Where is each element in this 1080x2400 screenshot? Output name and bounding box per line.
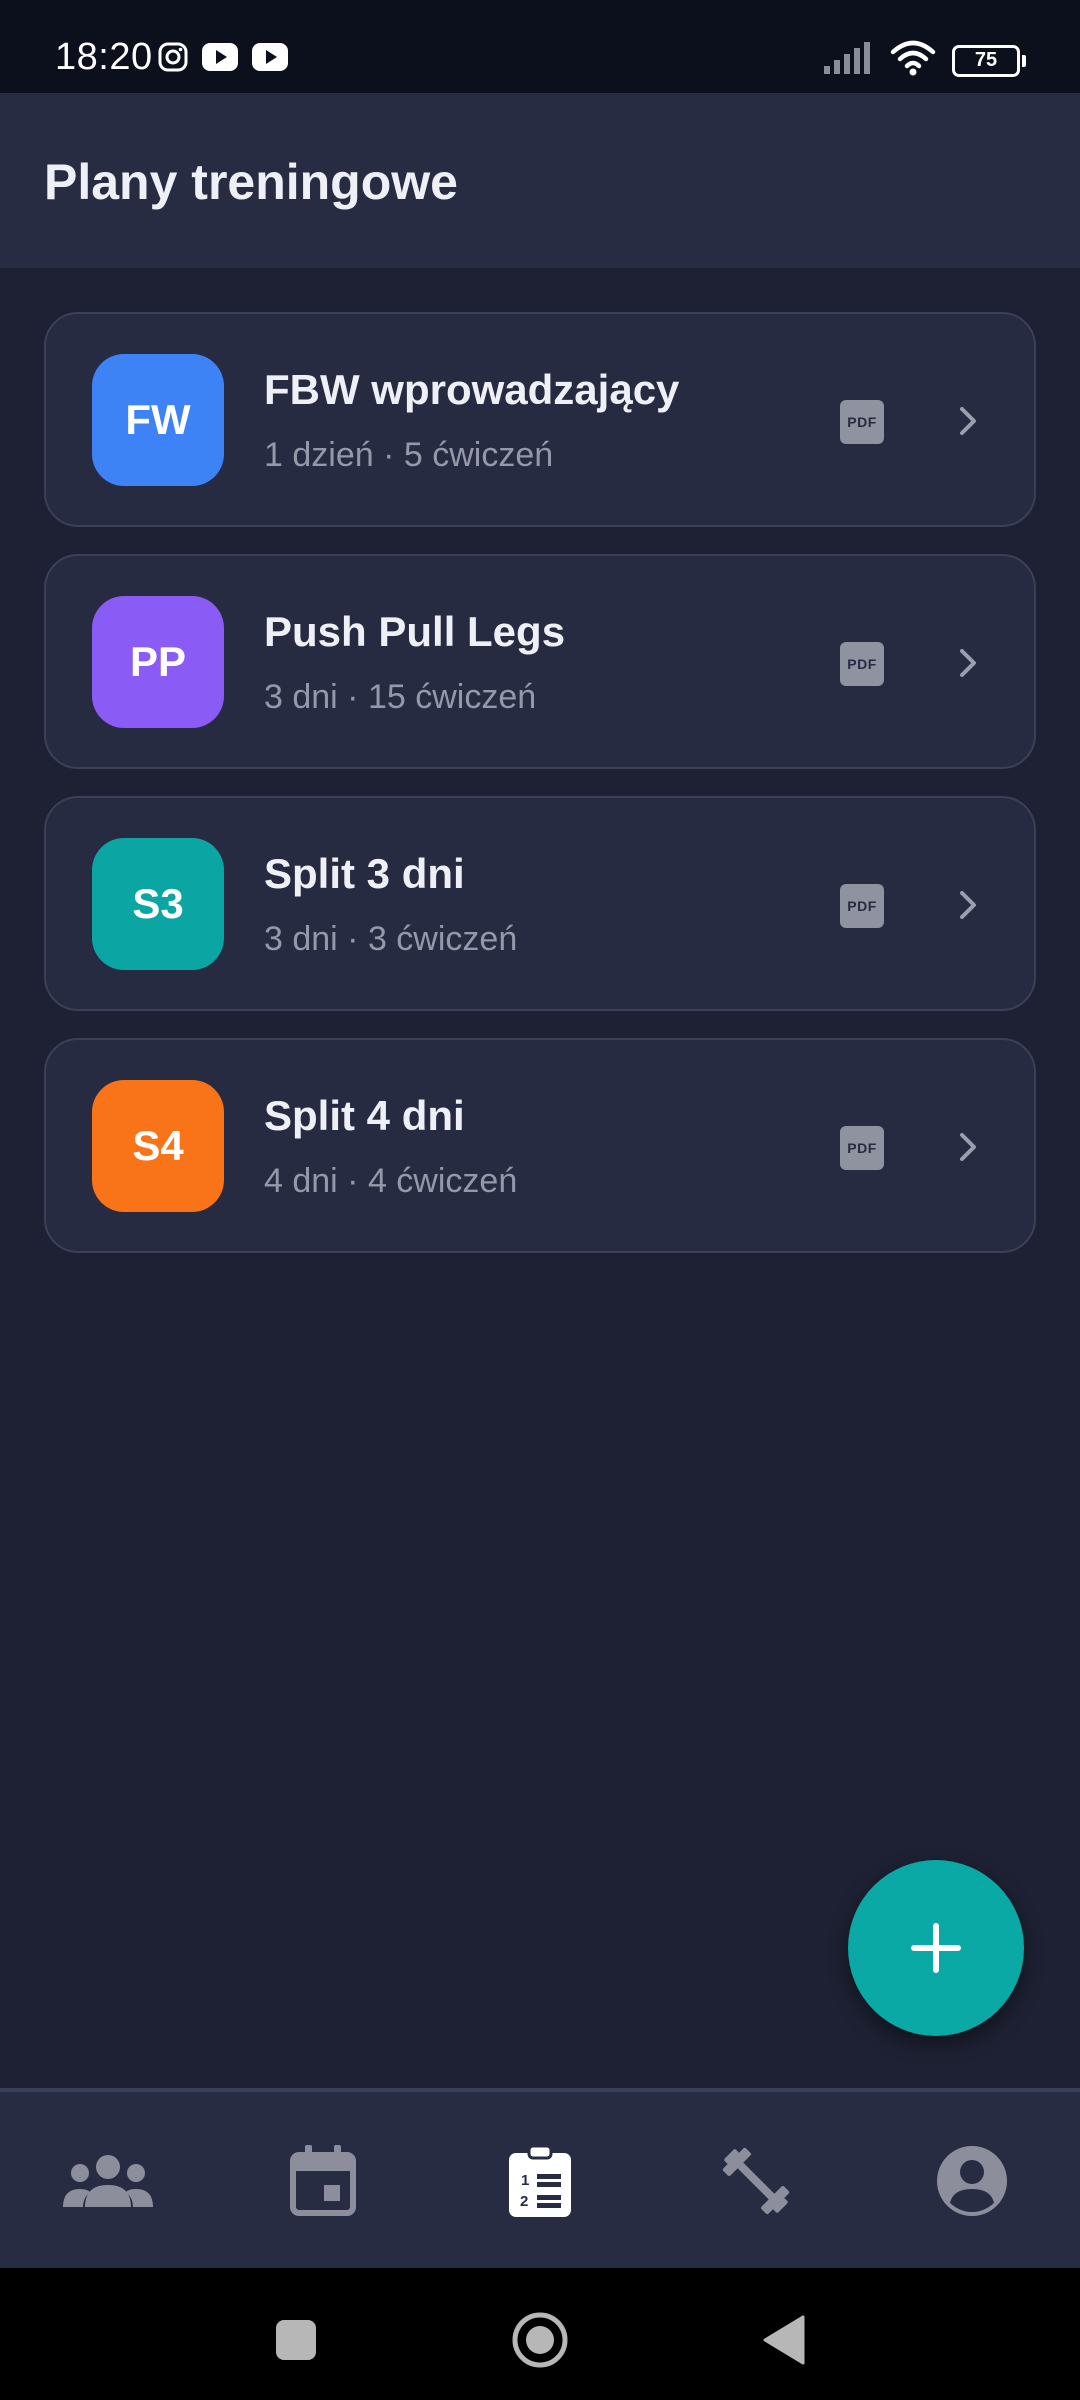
plan-card[interactable]: PP Push Pull Legs 3 dni · 15 ćwiczeń PDF [44, 554, 1036, 769]
nav-item-profile[interactable] [922, 2136, 1022, 2226]
clipboard-list-icon: 1 2 [509, 2145, 571, 2217]
plan-avatar: S4 [92, 1080, 224, 1212]
group-icon [63, 2155, 153, 2207]
nav-item-plans[interactable]: 1 2 [490, 2136, 590, 2226]
plan-avatar: PP [92, 596, 224, 728]
plan-meta: 1 dzień · 5 ćwiczeń [264, 436, 554, 474]
nav-item-clients[interactable] [58, 2136, 158, 2226]
home-button[interactable] [510, 2310, 570, 2370]
chevron-right-icon [960, 1133, 976, 1161]
instagram-icon [158, 42, 188, 77]
account-circle-icon [937, 2146, 1007, 2216]
wifi-icon [890, 40, 936, 81]
svg-text:2: 2 [520, 2193, 528, 2210]
system-nav-bar [0, 2268, 1080, 2400]
back-button[interactable] [754, 2310, 814, 2370]
plan-name: Split 3 dni [264, 850, 465, 897]
plan-list: FW FBW wprowadzający 1 dzień · 5 ćwiczeń… [44, 312, 1036, 1280]
battery-icon: 75 [952, 44, 1026, 77]
status-time: 18:20 [55, 36, 153, 78]
youtube-icon [252, 43, 288, 76]
plan-name: FBW wprowadzający [264, 366, 680, 413]
bottom-nav: 1 2 [0, 2088, 1080, 2272]
svg-text:1: 1 [521, 2172, 529, 2189]
plan-name: Split 4 dni [264, 1092, 465, 1139]
plan-name: Push Pull Legs [264, 608, 566, 655]
nav-item-calendar[interactable] [273, 2136, 373, 2226]
youtube-icon [202, 43, 238, 76]
recents-icon [276, 2320, 316, 2360]
plan-avatar: S3 [92, 838, 224, 970]
signal-icon [824, 42, 874, 79]
home-icon [512, 2312, 568, 2368]
app-header: Plany treningowe [0, 93, 1080, 268]
plan-avatar: FW [92, 354, 224, 486]
chevron-right-icon [960, 407, 976, 435]
chevron-right-icon [960, 649, 976, 677]
plan-card[interactable]: S4 Split 4 dni 4 dni · 4 ćwiczeń PDF [44, 1038, 1036, 1253]
pdf-icon[interactable]: PDF [840, 1126, 884, 1170]
status-app-icons [158, 42, 288, 77]
plan-meta: 4 dni · 4 ćwiczeń [264, 1162, 518, 1200]
nav-item-exercises[interactable] [706, 2136, 806, 2226]
pdf-icon[interactable]: PDF [840, 400, 884, 444]
pdf-icon[interactable]: PDF [840, 642, 884, 686]
dumbbell-icon [722, 2147, 790, 2215]
back-icon [763, 2315, 805, 2365]
battery-level: 75 [974, 49, 998, 71]
status-bar: 18:20 75 [0, 0, 1080, 93]
recents-button[interactable] [266, 2310, 326, 2370]
plan-card[interactable]: S3 Split 3 dni 3 dni · 3 ćwiczeń PDF [44, 796, 1036, 1011]
plan-card[interactable]: FW FBW wprowadzający 1 dzień · 5 ćwiczeń… [44, 312, 1036, 527]
plan-meta: 3 dni · 15 ćwiczeń [264, 678, 537, 716]
chevron-right-icon [960, 891, 976, 919]
page-title: Plany treningowe [44, 154, 458, 210]
pdf-icon[interactable]: PDF [840, 884, 884, 928]
status-system-icons: 75 [824, 40, 1026, 81]
calendar-icon [290, 2145, 356, 2216]
plus-icon [911, 1923, 961, 1973]
add-plan-button[interactable] [848, 1860, 1024, 2036]
plan-meta: 3 dni · 3 ćwiczeń [264, 920, 518, 958]
